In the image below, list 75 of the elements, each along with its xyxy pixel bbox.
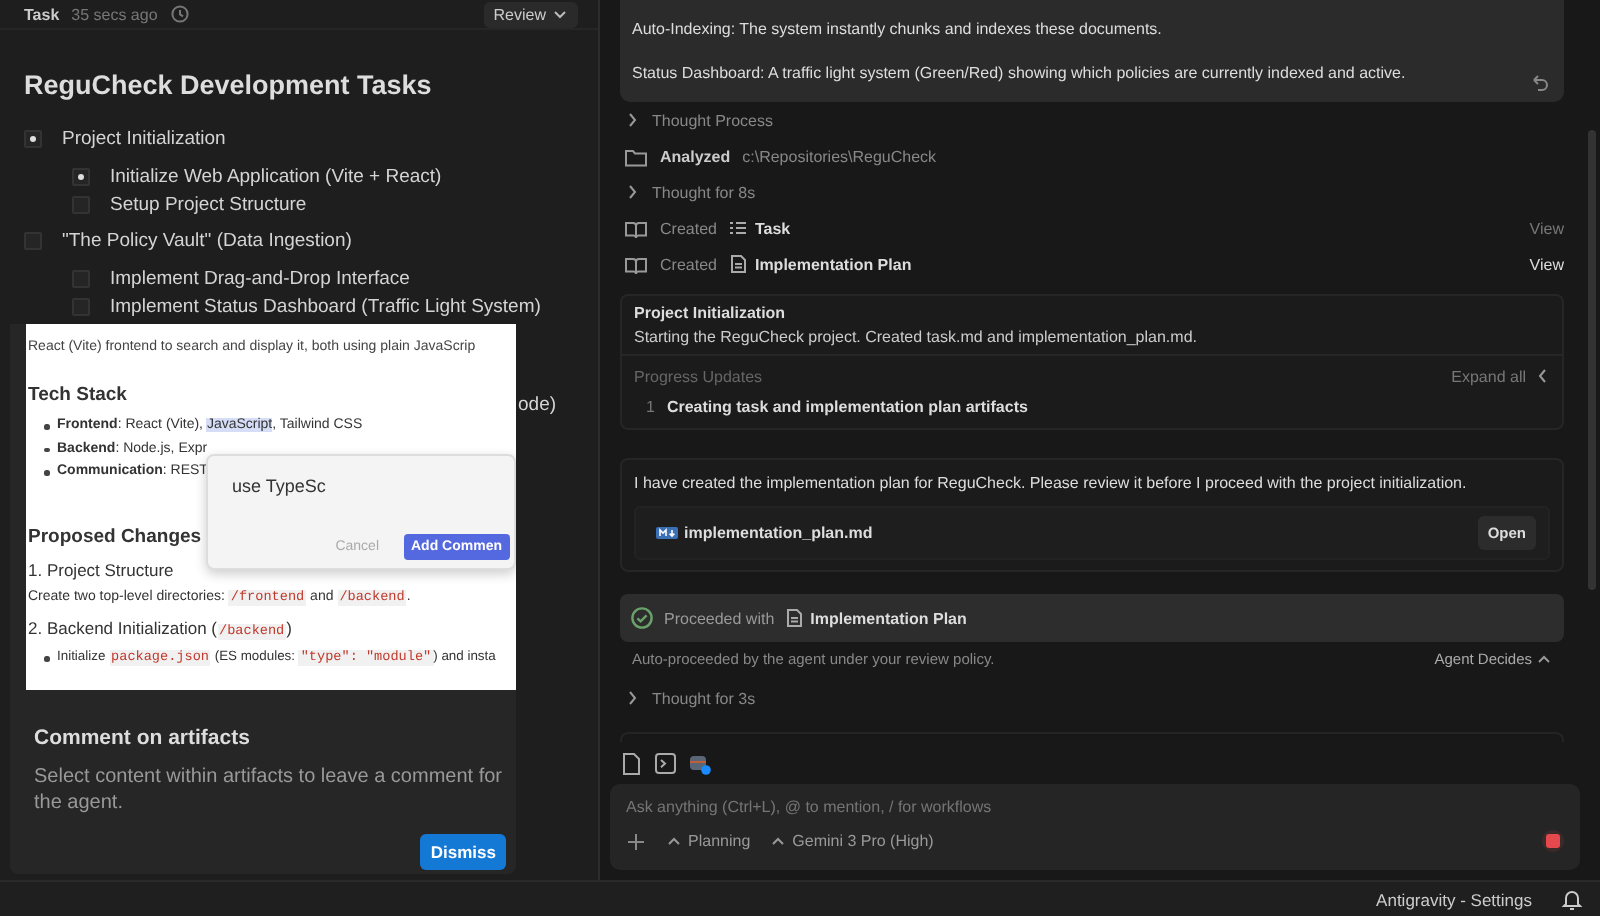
bullet-icon <box>44 656 49 661</box>
artifact-name: Task <box>754 219 791 237</box>
chevron-left-icon <box>1534 366 1550 386</box>
chevron-right-icon <box>624 688 640 708</box>
step-label: Created <box>660 255 717 273</box>
hint-text: Select content within artifacts to leave a comment for the agent. <box>34 766 504 816</box>
model-selector[interactable]: Gemini 3 Pro (High) <box>770 832 934 850</box>
task-item: Initialize Web Application (Vite + React) <box>110 165 442 187</box>
hint-title: Comment on artifacts <box>34 726 252 750</box>
status-label: Proceeded with <box>664 609 775 627</box>
task-label: Task <box>24 5 60 23</box>
caret-up-icon <box>770 834 787 848</box>
checkbox[interactable] <box>72 167 90 185</box>
chevron-right-icon <box>624 110 640 130</box>
step-label: Created <box>660 219 717 237</box>
markdown-icon <box>656 526 678 540</box>
message-text: I have created the implementation plan for ReguCheck. Please review it before I proceed with the project initialization. <box>634 474 1469 492</box>
progress-update: Creating task and implementation plan artifacts <box>666 398 1028 416</box>
history-icon <box>169 4 190 24</box>
message-text: Auto-Indexing: The system instantly chunks and indexes these documents. <box>632 20 1164 38</box>
bell-icon <box>1560 887 1584 911</box>
list-icon <box>728 218 749 238</box>
agent-icon <box>688 752 712 776</box>
task-item: Implement Status Dashboard (Traffic Light System) <box>110 295 541 317</box>
task-item: ode) <box>518 394 557 416</box>
mode-selector[interactable]: Planning <box>666 832 751 850</box>
subsection-heading: 1. Project Structure <box>28 560 174 580</box>
document-icon <box>728 254 749 274</box>
thought-toggle[interactable]: Thought for 3s <box>652 689 756 707</box>
section-label: Progress Updates <box>634 367 763 385</box>
stop-button[interactable] <box>1542 830 1564 852</box>
comment-input[interactable]: use TypeSc <box>232 476 326 496</box>
expand-all-button[interactable]: Expand all <box>1451 366 1550 386</box>
timestamp: 35 secs ago <box>71 5 158 23</box>
chevron-right-icon <box>624 182 640 202</box>
bullet-icon <box>44 447 49 452</box>
task-item: "The Policy Vault" (Data Ingestion) <box>62 229 352 251</box>
step-label: Analyzed <box>660 147 731 165</box>
message-text: Status Dashboard: A traffic light system (Green/Red) showing which policies are currently indexed and active. <box>632 64 1408 82</box>
check-circle-icon <box>630 606 654 630</box>
view-link[interactable]: View <box>1529 219 1564 237</box>
task-list-title: ReguCheck Development Tasks <box>24 70 434 100</box>
book-icon <box>624 217 648 239</box>
card-title: Project Initialization <box>634 304 788 322</box>
bullet-icon <box>44 470 49 475</box>
caret-up-icon <box>666 834 682 848</box>
file-name: implementation_plan.md <box>684 524 873 542</box>
file-icon <box>620 752 642 776</box>
settings-label[interactable]: Antigravity - Settings <box>1376 889 1532 909</box>
section-heading: Proposed Changes <box>28 526 202 548</box>
view-link[interactable]: View <box>1529 255 1564 273</box>
chevron-down-icon <box>552 6 568 22</box>
bullet-icon <box>44 424 49 429</box>
dismiss-button[interactable]: Dismiss <box>420 834 506 870</box>
file-path: c:\Repositories\ReguCheck <box>742 147 937 165</box>
step-number: 1 <box>646 398 655 416</box>
task-item: Implement Drag-and-Drop Interface <box>110 267 410 289</box>
undo-icon <box>1528 72 1548 92</box>
section-heading: Tech Stack <box>28 384 127 406</box>
document-icon <box>784 608 805 628</box>
artifact-name: Implementation Plan <box>754 255 912 273</box>
task-item: Project Initialization <box>62 127 226 149</box>
terminal-icon <box>654 752 676 774</box>
artifact-name: Implementation Plan <box>810 609 967 627</box>
card-summary: Starting the ReguCheck project. Created task.md and implementation_plan.md. <box>634 328 1199 346</box>
task-item: Setup Project Structure <box>110 193 307 215</box>
thought-toggle[interactable]: Thought Process <box>652 111 773 129</box>
book-icon <box>624 253 648 275</box>
caret-up-icon <box>1536 652 1552 666</box>
review-button[interactable]: Review <box>483 1 578 27</box>
plus-icon <box>626 831 646 851</box>
folder-icon <box>624 145 648 167</box>
checkbox[interactable] <box>24 129 42 147</box>
chat-input[interactable]: Ask anything (Ctrl+L), @ to mention, / for workflows <box>626 798 1564 816</box>
thought-toggle[interactable]: Thought for 8s <box>652 183 756 201</box>
